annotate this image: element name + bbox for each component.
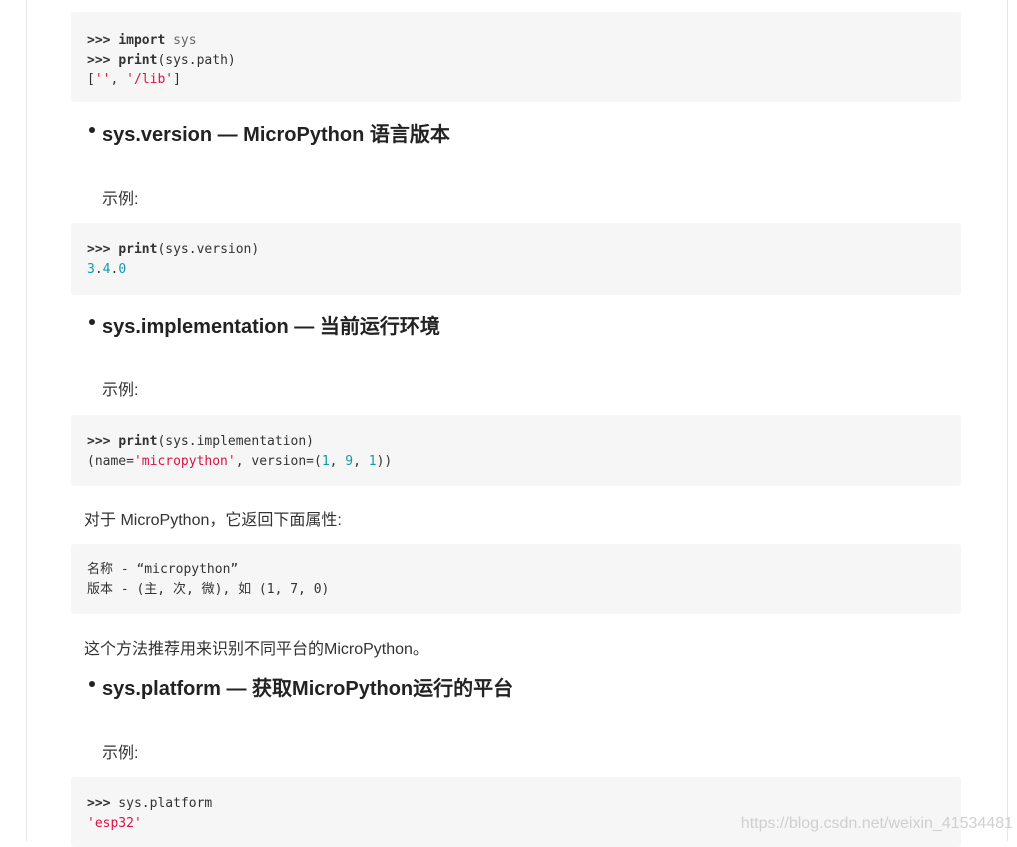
code-line: >>> import sys — [87, 33, 197, 48]
code-line: >>> print(sys.path) — [87, 52, 236, 68]
code-line: 3.4.0 — [87, 261, 127, 277]
example-label: 示例: — [102, 191, 139, 208]
recommend-text: 这个方法推荐用来识别不同平台的MicroPython。 — [84, 641, 429, 658]
code-line: >>> print(sys.version) — [87, 242, 260, 257]
watermark: https://blog.csdn.net/weixin_41534481 — [740, 815, 1013, 832]
code-line: (name='micropython', version=(1, 9, 1)) — [87, 453, 393, 469]
code-line: 版本 - (主, 次, 微), 如 (1, 7, 0) — [87, 581, 330, 597]
code-line: >>> print(sys.implementation) — [87, 434, 314, 449]
bullet-dot — [89, 319, 95, 325]
code-block-sys-path: >>> import sys >>> print(sys.path) ['', … — [71, 12, 961, 102]
code-block-sys-platform: >>> sys.platform 'esp32' — [71, 777, 961, 847]
example-label: 示例: — [102, 382, 139, 399]
code-block-attributes: 名称 - “micropython” 版本 - (主, 次, 微), 如 (1,… — [71, 544, 961, 614]
code-block-sys-version: >>> print(sys.version) 3.4.0 — [71, 223, 961, 295]
code-block-sys-implementation: >>> print(sys.implementation) (name='mic… — [71, 415, 961, 486]
example-label: 示例: — [102, 745, 139, 762]
bullet-dot — [89, 127, 95, 133]
code-line: >>> sys.platform — [87, 796, 213, 811]
code-line: ['', '/lib'] — [87, 72, 181, 87]
implementation-description: 对于 MicroPython，它返回下面属性: — [84, 512, 342, 529]
bullet-dot — [89, 681, 95, 687]
code-line: 名称 - “micropython” — [87, 562, 239, 577]
